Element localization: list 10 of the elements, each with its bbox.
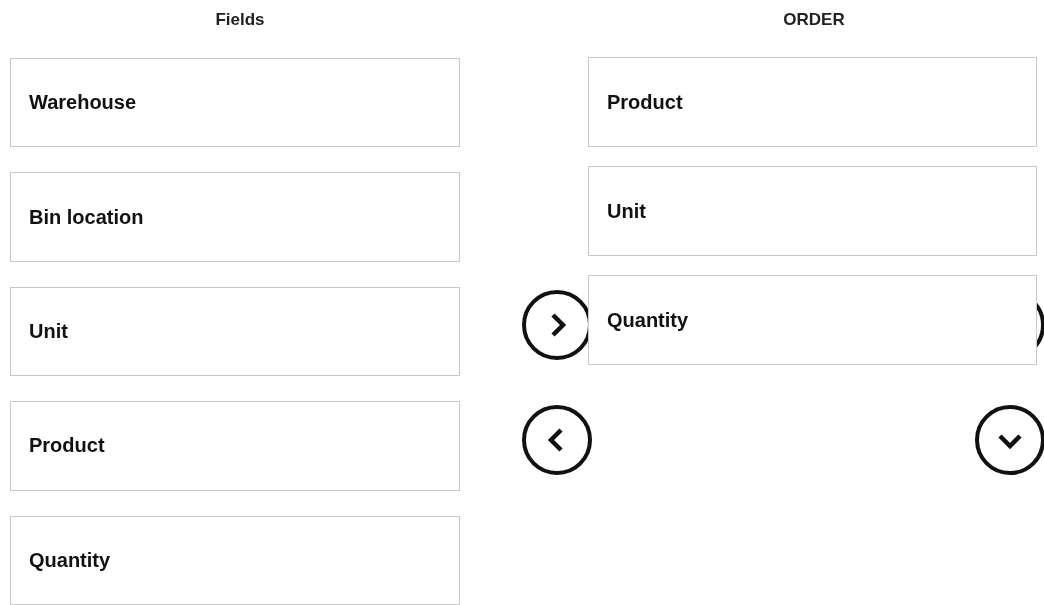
field-item[interactable]: Quantity [10,515,460,605]
field-item[interactable]: Bin location [10,172,460,262]
field-item[interactable]: Product [10,401,460,491]
order-item[interactable]: Quantity [588,275,1037,365]
column-heading: Fields [215,10,265,30]
order-item[interactable]: Unit [588,166,1037,256]
column-heading: ORDER [783,10,845,30]
field-item[interactable]: Unit [10,286,460,377]
field-item[interactable]: Warehouse [10,57,460,148]
order-item[interactable]: Product [588,57,1037,147]
